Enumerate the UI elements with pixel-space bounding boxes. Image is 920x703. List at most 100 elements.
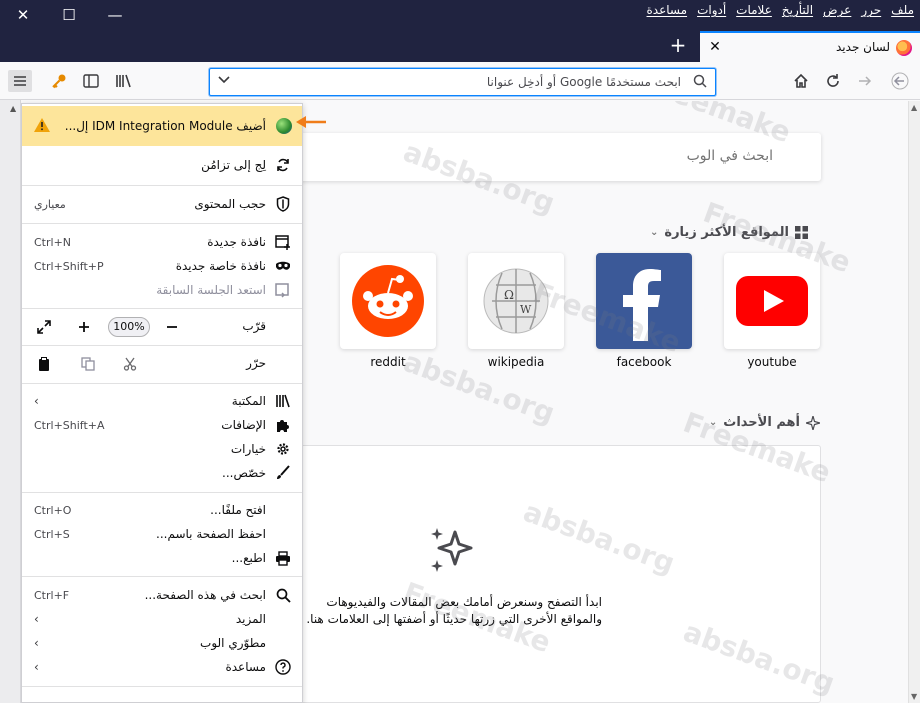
menu-item-label: خصّص... — [222, 466, 266, 480]
home-icon[interactable] — [790, 71, 812, 91]
menu-item-sync[interactable]: لِج إلى تزامُن — [22, 154, 302, 176]
zoom-label: قرّب — [242, 319, 266, 333]
sidebar-icon[interactable] — [80, 71, 102, 91]
vertical-scrollbar[interactable]: ▲ ▼ — [908, 101, 920, 703]
menu-item-find[interactable]: ابحث في هذه الصفحة... Ctrl+F — [22, 584, 302, 606]
menu-help[interactable]: مساعدة — [647, 3, 688, 17]
zoom-out-icon[interactable] — [162, 317, 182, 337]
highlights-empty-card: ابدأ التصفح وسنعرض أمامك بعض المقالات وا… — [298, 445, 821, 703]
menu-item-customize[interactable]: خصّص... — [22, 462, 302, 484]
url-input[interactable]: ابحث مستخدمًا Google أو أدخِل عنوانا — [487, 75, 681, 89]
web-search-placeholder: ابحث في الوب — [686, 148, 773, 164]
minimize-window-button[interactable]: — — [92, 0, 138, 30]
reddit-icon — [340, 253, 436, 349]
menu-tools[interactable]: أدوات — [697, 3, 726, 17]
top-sites-title: المواقع الأكثر زيارة — [664, 225, 789, 240]
fullscreen-icon[interactable] — [34, 317, 54, 337]
menu-item-save-page[interactable]: احفظ الصفحة باسم... Ctrl+S — [22, 523, 302, 545]
scroll-up-icon[interactable]: ▲ — [911, 103, 917, 112]
menu-bar: ملف حرر عرض التأريخ علامات أدوات مساعدة — [647, 3, 914, 17]
menu-separator — [22, 576, 302, 577]
reload-icon[interactable] — [822, 71, 844, 91]
menu-item-web-developer[interactable]: مطوّري الوب ‹ — [22, 632, 302, 654]
tab-close-icon[interactable]: ✕ — [706, 39, 724, 55]
menu-item-shortcut: Ctrl+N — [34, 235, 72, 249]
wikipedia-icon: ΩW — [468, 253, 564, 349]
menu-item-restore-session[interactable]: استعد الجلسة السابقة — [22, 279, 302, 301]
menu-history[interactable]: التأريخ — [782, 3, 813, 17]
menu-item-shortcut: Ctrl+F — [34, 588, 70, 602]
youtube-icon — [724, 253, 820, 349]
menu-item-more[interactable]: المزيد ‹ — [22, 608, 302, 630]
printer-icon — [274, 549, 292, 567]
menu-item-private-window[interactable]: نافذة خاصة جديدة Ctrl+Shift+P — [22, 255, 302, 277]
menu-item-print[interactable]: اطبع... — [22, 547, 302, 569]
hamburger-menu-icon[interactable] — [8, 70, 32, 92]
zoom-in-icon[interactable] — [74, 317, 94, 337]
menu-item-label: ابحث في هذه الصفحة... — [144, 588, 266, 602]
menu-item-label: استعد الجلسة السابقة — [156, 283, 266, 297]
menu-edit[interactable]: حرر — [861, 3, 881, 17]
chevron-left-icon: ‹ — [34, 636, 39, 650]
restore-session-icon — [274, 281, 292, 299]
gear-icon — [274, 440, 292, 458]
top-site-facebook[interactable]: facebook — [596, 253, 692, 369]
chevron-left-icon: ‹ — [34, 612, 39, 626]
menu-item-shortcut: Ctrl+Shift+P — [34, 259, 104, 273]
tab-title: لسان جديد — [836, 40, 890, 54]
menu-separator — [22, 308, 302, 309]
url-bar[interactable]: ابحث مستخدمًا Google أو أدخِل عنوانا — [209, 68, 716, 96]
tab-new-tab[interactable]: لسان جديد ✕ — [700, 31, 920, 62]
menu-item-new-window[interactable]: نافذة جديدة Ctrl+N — [22, 231, 302, 253]
top-site-youtube[interactable]: youtube — [724, 253, 820, 369]
menu-item-options[interactable]: خيارات — [22, 438, 302, 460]
top-site-reddit[interactable]: reddit — [340, 253, 436, 369]
new-tab-button[interactable]: + — [666, 35, 690, 56]
back-arrow-icon[interactable] — [889, 71, 911, 91]
scroll-down-icon[interactable]: ▼ — [911, 692, 917, 701]
facebook-icon — [596, 253, 692, 349]
paintbrush-icon — [274, 464, 292, 482]
highlights-line-2: والمواقع الأخرى التي زرتها حديثًا أو أضف… — [306, 612, 602, 626]
close-window-button[interactable]: ✕ — [0, 0, 46, 30]
addon-notification[interactable]: أضيف IDM Integration Module إل... — [22, 106, 302, 146]
top-sites-header[interactable]: المواقع الأكثر زيارة ⌄ — [650, 225, 808, 240]
highlights-empty-text: ابدأ التصفح وسنعرض أمامك بعض المقالات وا… — [272, 594, 602, 628]
menu-item-label: حجب المحتوى — [194, 197, 266, 211]
menu-item-shortcut: Ctrl+S — [34, 527, 70, 541]
chevron-down-icon[interactable]: ⌄ — [709, 417, 717, 428]
menu-item-content-blocking[interactable]: حجب المحتوى معياري — [22, 193, 302, 215]
highlights-line-1: ابدأ التصفح وسنعرض أمامك بعض المقالات وا… — [326, 595, 602, 609]
menu-item-label: اطبع... — [231, 551, 266, 565]
menu-item-help[interactable]: مساعدة ‹ — [22, 656, 302, 678]
content-blocking-value: معياري — [34, 197, 66, 211]
key-icon[interactable] — [48, 71, 70, 91]
menu-bookmarks[interactable]: علامات — [736, 3, 772, 17]
chevron-down-icon[interactable] — [218, 74, 230, 87]
paste-icon[interactable] — [34, 354, 54, 374]
menu-item-addons[interactable]: الإضافات Ctrl+Shift+A — [22, 414, 302, 436]
menu-item-open-file[interactable]: افتح ملفًا... Ctrl+O — [22, 499, 302, 521]
menu-item-label: احفظ الصفحة باسم... — [156, 527, 266, 541]
svg-text:W: W — [520, 303, 532, 316]
top-site-label: wikipedia — [487, 355, 545, 369]
shield-icon — [274, 195, 292, 213]
menu-item-label: مساعدة — [225, 660, 266, 674]
zoom-reset-button[interactable]: 100% — [108, 317, 150, 337]
menu-item-label: المزيد — [235, 612, 266, 626]
cut-icon[interactable] — [120, 354, 140, 374]
web-search-box[interactable]: ابحث في الوب — [298, 133, 821, 181]
forward-arrow-icon[interactable] — [854, 71, 876, 91]
menu-item-library[interactable]: المكتبة ‹ — [22, 390, 302, 412]
maximize-window-button[interactable]: ☐ — [46, 0, 92, 30]
copy-icon[interactable] — [78, 354, 98, 374]
menu-file[interactable]: ملف — [891, 3, 914, 17]
chevron-down-icon[interactable]: ⌄ — [650, 227, 658, 238]
highlights-header[interactable]: أهم الأحداث ⌄ — [709, 415, 820, 430]
menu-item-label: نافذة جديدة — [207, 235, 266, 249]
library-icon[interactable] — [113, 71, 135, 91]
sparkles-icon — [431, 528, 473, 572]
menu-view[interactable]: عرض — [823, 3, 851, 17]
new-window-icon — [274, 233, 292, 251]
top-site-wikipedia[interactable]: ΩW wikipedia — [468, 253, 564, 369]
